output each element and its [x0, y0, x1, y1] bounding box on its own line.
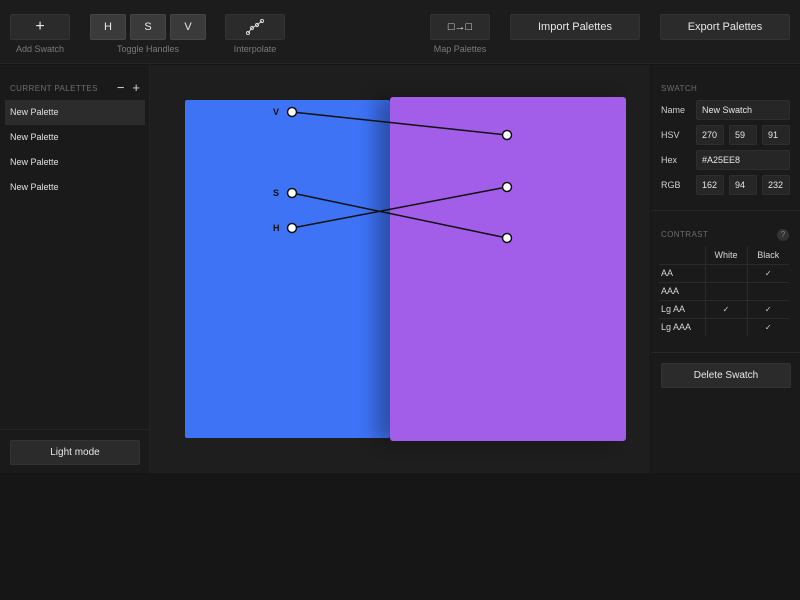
hsv-row: HSV 270 59 91 [661, 125, 791, 145]
contrast-corner-cell [659, 246, 706, 265]
table-row: AA ✓ [659, 263, 789, 283]
contrast-row-label: AA [659, 263, 706, 283]
contrast-table: White Black AA ✓ AAA Lg AA ✓ ✓ Lg AAA ✓ [659, 246, 789, 336]
toggle-v-button[interactable]: V [170, 14, 206, 40]
green-field[interactable]: 94 [729, 175, 757, 195]
export-group: Export Palettes [660, 14, 790, 40]
s-handle-target[interactable] [501, 232, 513, 244]
aa-white-cell [704, 263, 748, 283]
aaa-white-cell [704, 281, 748, 301]
white-column-header: White [704, 246, 748, 265]
panel-divider [651, 210, 800, 211]
swatch-purple[interactable] [390, 97, 626, 441]
swatch-section-title: SWATCH [661, 84, 698, 93]
table-row: AAA [659, 281, 789, 301]
sidebar-header: CURRENT PALETTES − + [10, 81, 140, 94]
remove-palette-icon[interactable]: − [117, 81, 125, 94]
palette-list: New Palette New Palette New Palette New … [5, 100, 145, 200]
toolbar: + Add Swatch H S V Toggle Handles Interp… [0, 0, 800, 64]
contrast-row-label: AAA [659, 281, 706, 301]
blue-field[interactable]: 232 [762, 175, 790, 195]
table-row: Lg AAA ✓ [659, 317, 789, 336]
lg-aa-white-cell: ✓ [704, 299, 748, 319]
toggle-handles-caption: Toggle Handles [116, 44, 180, 54]
interpolate-button[interactable] [225, 14, 285, 40]
swatch-blue[interactable] [185, 100, 390, 438]
check-icon: ✓ [722, 305, 730, 314]
aaa-black-cell [746, 281, 789, 301]
contrast-header-row: White Black [659, 246, 789, 265]
v-handle-label: V [273, 107, 279, 117]
h-handle-source[interactable] [286, 222, 298, 234]
v-handle-target[interactable] [501, 129, 513, 141]
palette-item[interactable]: New Palette [5, 150, 145, 175]
palettes-sidebar: CURRENT PALETTES − + New Palette New Pal… [0, 65, 150, 473]
check-icon: ✓ [764, 269, 772, 278]
add-swatch-group: + Add Swatch [10, 14, 70, 54]
v-handle-source[interactable] [286, 106, 298, 118]
interpolate-caption: Interpolate [233, 44, 277, 54]
palette-canvas: V S H [150, 65, 650, 473]
lg-aaa-black-cell: ✓ [746, 317, 789, 336]
s-handle-source[interactable] [286, 187, 298, 199]
toggle-h-button[interactable]: H [90, 14, 126, 40]
saturation-field[interactable]: 59 [729, 125, 757, 145]
palette-app: + Add Swatch H S V Toggle Handles Interp… [0, 0, 800, 600]
palette-item[interactable]: New Palette [5, 175, 145, 200]
add-swatch-caption: Add Swatch [15, 44, 65, 54]
name-label: Name [661, 105, 686, 115]
palette-item[interactable]: New Palette [5, 125, 145, 150]
add-palette-icon[interactable]: + [132, 81, 140, 94]
sidebar-footer: Light mode [0, 429, 150, 473]
map-palettes-group: □→□ Map Palettes [430, 14, 490, 54]
hue-field[interactable]: 270 [696, 125, 724, 145]
check-icon: ✓ [764, 323, 772, 333]
s-handle-label: S [273, 188, 279, 198]
panel-divider [651, 352, 800, 353]
current-palettes-title: CURRENT PALETTES [10, 83, 98, 93]
hex-row: Hex #A25EE8 [661, 150, 791, 170]
toggle-s-button[interactable]: S [130, 14, 166, 40]
h-handle-target[interactable] [501, 181, 513, 193]
plus-icon: + [35, 18, 45, 35]
map-palettes-button[interactable]: □→□ [430, 14, 490, 40]
export-palettes-button[interactable]: Export Palettes [660, 14, 790, 40]
swatch-panel: SWATCH Name New Swatch HSV 270 59 91 Hex… [651, 65, 800, 473]
value-field[interactable]: 91 [762, 125, 790, 145]
interpolate-group: Interpolate [225, 14, 285, 54]
table-row: Lg AA ✓ ✓ [659, 299, 789, 319]
toggle-handles-group: H S V Toggle Handles [90, 14, 206, 54]
hex-field[interactable]: #A25EE8 [696, 150, 790, 170]
h-handle-label: H [273, 223, 280, 233]
add-swatch-button[interactable]: + [10, 14, 70, 40]
help-icon[interactable]: ? [777, 229, 789, 241]
contrast-row-label: Lg AA [659, 299, 706, 319]
interpolate-curve-icon [246, 19, 264, 35]
name-row: Name New Swatch [661, 100, 791, 120]
swatch-name-field[interactable]: New Swatch [696, 100, 790, 120]
lg-aaa-white-cell [704, 317, 748, 336]
hsv-label: HSV [661, 130, 680, 140]
red-field[interactable]: 162 [696, 175, 724, 195]
black-column-header: Black [746, 246, 789, 265]
lg-aa-black-cell: ✓ [746, 299, 789, 319]
rgb-label: RGB [661, 180, 681, 190]
hex-label: Hex [661, 155, 678, 165]
map-arrow-icon: □→□ [447, 21, 473, 33]
check-icon: ✓ [764, 305, 772, 314]
map-palettes-caption: Map Palettes [433, 44, 487, 54]
aa-black-cell: ✓ [746, 263, 789, 283]
rgb-row: RGB 162 94 232 [661, 175, 791, 195]
contrast-section-title: CONTRAST [661, 230, 709, 239]
import-group: Import Palettes [510, 14, 640, 40]
light-mode-button[interactable]: Light mode [10, 440, 140, 465]
contrast-row-label: Lg AAA [659, 317, 706, 336]
delete-swatch-button[interactable]: Delete Swatch [661, 363, 791, 388]
import-palettes-button[interactable]: Import Palettes [510, 14, 640, 40]
palette-item[interactable]: New Palette [5, 100, 145, 125]
